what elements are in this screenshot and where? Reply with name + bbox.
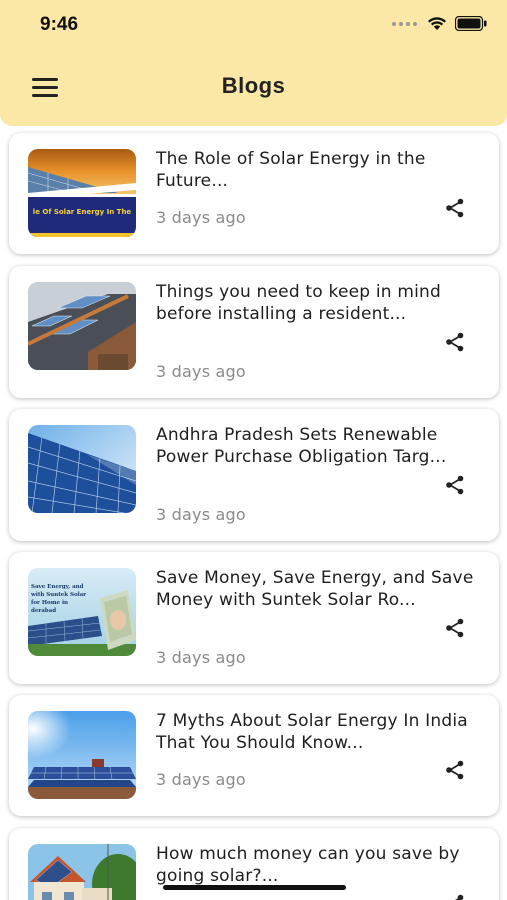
status-time: 9:46 [40,14,79,35]
share-icon[interactable] [444,617,466,639]
share-icon[interactable] [444,331,466,353]
blog-card[interactable]: Andhra Pradesh Sets Renewable Power Purc… [9,409,499,541]
battery-icon [455,16,487,31]
share-icon[interactable] [444,197,466,219]
blog-title[interactable]: Andhra Pradesh Sets Renewable Power Purc… [156,425,476,468]
blog-thumbnail [28,711,136,799]
blog-time: 3 days ago [156,648,246,667]
blog-thumbnail: Save Energy, and with Suntek Solar for H… [28,568,136,656]
blog-time: 3 days ago [156,362,246,381]
status-icons [392,16,487,31]
share-icon[interactable] [444,759,466,781]
app-header: 9:46 Blogs [0,0,507,126]
thumbnail-caption: derabad [31,608,56,614]
blog-title[interactable]: Save Money, Save Energy, and Save Money … [156,568,476,611]
blog-time: 3 days ago [156,505,246,524]
blog-thumbnail [28,844,136,900]
blog-title[interactable]: 7 Myths About Solar Energy In India That… [156,711,476,754]
blog-time: 3 days ago [156,770,246,789]
blog-time: 3 days ago [156,208,246,227]
page-title: Blogs [221,73,286,98]
share-icon[interactable] [444,893,466,900]
share-icon[interactable] [444,474,466,496]
thumbnail-caption: Save Energy, and [31,584,84,590]
blog-title[interactable]: The Role of Solar Energy in the Future..… [156,149,476,192]
blog-card[interactable]: Save Energy, and with Suntek Solar for H… [9,552,499,684]
blog-card[interactable]: Things you need to keep in mind before i… [9,266,499,398]
thumbnail-caption: for Home in [31,600,68,606]
blog-thumbnail [28,282,136,370]
blog-thumbnail: le Of Solar Energy In The [28,149,136,237]
blog-card[interactable]: 7 Myths About Solar Energy In India That… [9,695,499,816]
home-indicator[interactable] [163,885,346,890]
thumbnail-caption: with Suntek Solar [30,592,86,598]
thumbnail-caption: le Of Solar Energy In The [33,208,132,216]
blog-title[interactable]: How much money can you save by going sol… [156,844,476,887]
blog-card[interactable]: le Of Solar Energy In The The Role of So… [9,133,499,254]
blog-thumbnail [28,425,136,513]
wifi-icon [428,17,446,30]
signal-icon [392,21,417,26]
blog-title[interactable]: Things you need to keep in mind before i… [156,282,476,325]
